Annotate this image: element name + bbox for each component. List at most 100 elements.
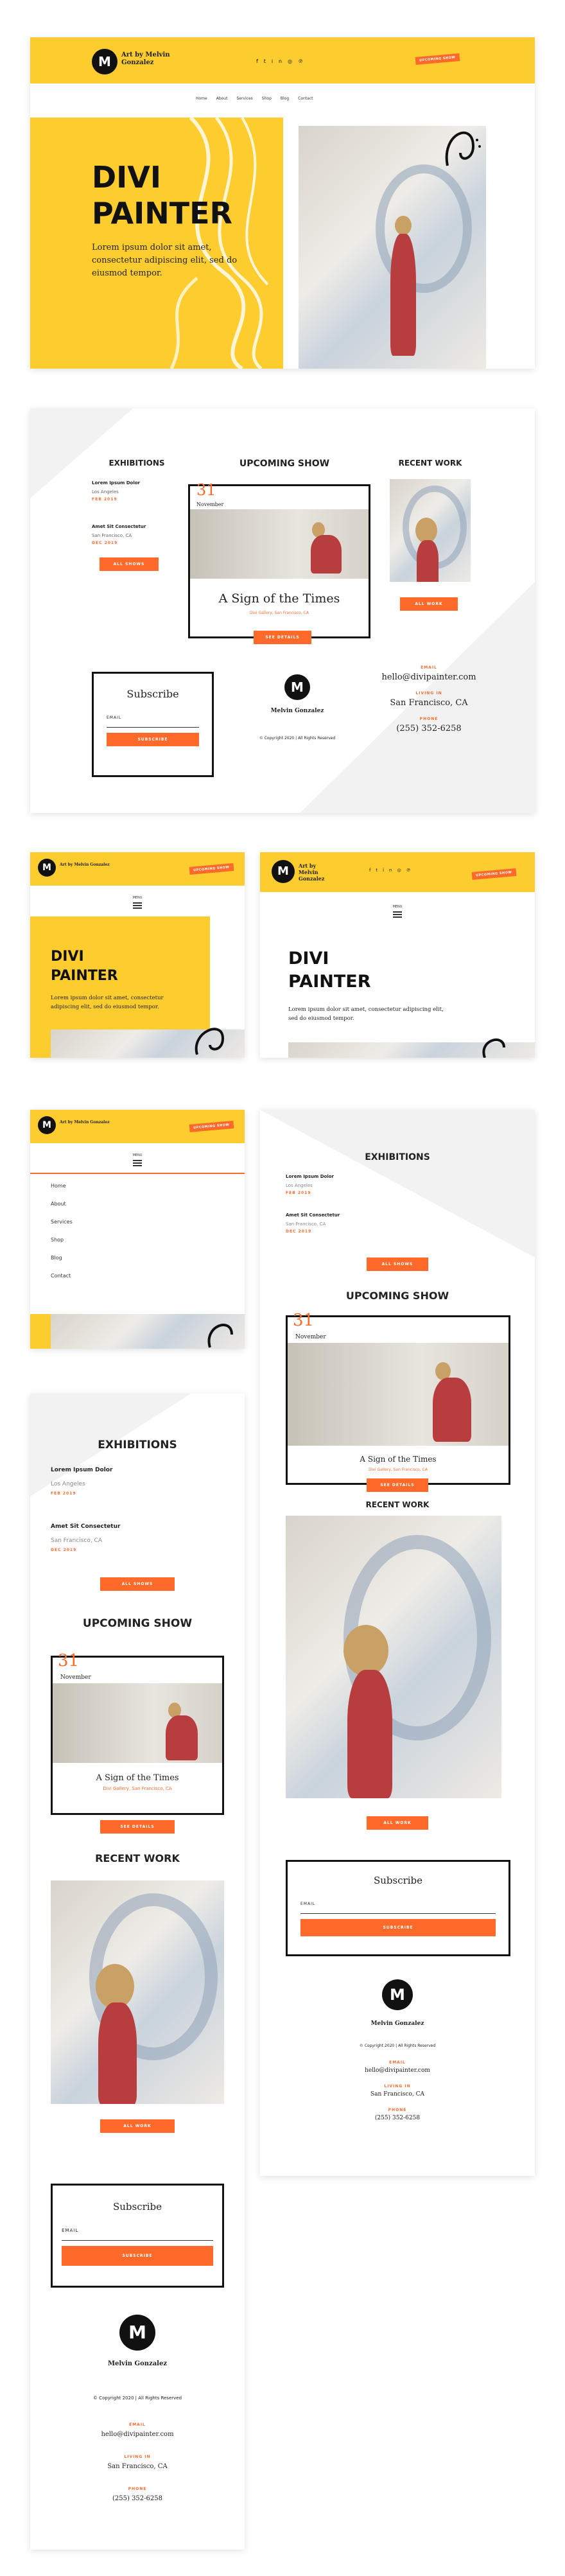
contact-email[interactable]: hello@divipainter.com — [30, 2431, 245, 2438]
nav-services[interactable]: Services — [236, 96, 252, 101]
show-month: November — [60, 1674, 91, 1681]
show-day: 31 — [293, 1311, 315, 1330]
nav-blog[interactable]: Blog — [51, 1255, 73, 1261]
facebook-icon[interactable]: f — [369, 868, 376, 873]
exhibition-date: FEB 2019 — [51, 1491, 76, 1496]
recent-work-title: RECENT WORK — [95, 1852, 180, 1864]
desktop-content-card: EXHIBITIONS Lorem Ipsum Dolor Los Angele… — [30, 408, 535, 813]
phone-label: PHONE — [419, 717, 439, 721]
show-month: November — [295, 1334, 326, 1340]
mobile-nav-menu: Home About Services Shop Blog Contact — [51, 1183, 73, 1279]
nav-shop[interactable]: Shop — [51, 1237, 73, 1243]
subscribe-title: Subscribe — [112, 2201, 162, 2212]
instagram-icon[interactable]: ◎ — [288, 58, 298, 64]
email-label: EMAIL — [62, 2228, 79, 2233]
show-venue: Divi Gallery, San Francisco, CA — [103, 1786, 172, 1791]
hero-title: DIVI PAINTER — [288, 947, 371, 994]
exhibition-item: Amet Sit Consectetur San Francisco, CA D… — [92, 524, 146, 545]
exhibition-date: DEC 2019 — [92, 541, 118, 545]
email-input[interactable] — [62, 2236, 213, 2241]
upcoming-show-box[interactable]: 31 November A Sign of the Times Divi Gal… — [188, 481, 370, 638]
show-day: 31 — [58, 1651, 80, 1670]
contact-email[interactable]: hello@divipainter.com — [260, 2067, 535, 2074]
facebook-icon[interactable]: f — [256, 58, 264, 64]
exhibitions-title: EXHIBITIONS — [98, 1439, 177, 1451]
exhibition-name: Amet Sit Consectetur — [92, 524, 146, 529]
linkedin-icon[interactable]: in — [272, 58, 288, 64]
exhibition-name: Lorem Ipsum Dolor — [92, 480, 140, 486]
logo[interactable]: M — [38, 1116, 56, 1134]
footer-logo[interactable]: M — [284, 674, 310, 700]
show-name: A Sign of the Times — [360, 1455, 437, 1464]
nav-contact[interactable]: Contact — [298, 96, 313, 101]
recent-work-image[interactable] — [286, 1516, 501, 1798]
upcoming-show-box[interactable]: 31 November A Sign of the Times Divi Gal… — [286, 1311, 510, 1485]
nav-contact[interactable]: Contact — [51, 1273, 73, 1279]
social-icons: ftin◎℗ — [369, 868, 416, 873]
nav-home[interactable]: Home — [196, 96, 207, 101]
footer-logo[interactable]: M — [382, 1979, 413, 2010]
hero-text: Lorem ipsum dolor sit amet, consectetur … — [288, 1006, 444, 1022]
subscribe-box: Subscribe EMAIL SUBSCRIBE — [286, 1860, 510, 1956]
see-details-button[interactable]: SEE DETAILS — [100, 1820, 175, 1834]
social-icons: ftin◎℗ — [256, 58, 309, 64]
mobile-menu-card: M Art by Melvin Gonzalez UPCOMING SHOW M… — [30, 1110, 245, 1349]
email-label: EMAIL — [129, 2423, 146, 2427]
footer-copyright: © Copyright 2020 | All Rights Reserved — [92, 2396, 182, 2401]
exhibition-place: San Francisco, CA — [286, 1222, 326, 1227]
twitter-icon[interactable]: t — [264, 58, 272, 64]
exhibitions-title: EXHIBITIONS — [109, 459, 165, 468]
nav-shop[interactable]: Shop — [262, 96, 272, 101]
all-shows-button[interactable]: ALL SHOWS — [367, 1257, 428, 1271]
all-shows-button[interactable]: ALL SHOWS — [100, 557, 159, 571]
nav-about[interactable]: About — [51, 1201, 73, 1207]
recent-work-image[interactable] — [390, 479, 471, 582]
instagram-icon[interactable]: ◎ — [397, 868, 406, 873]
contact-living: San Francisco, CA — [390, 698, 468, 708]
hero-title: DIVI PAINTER — [92, 159, 232, 231]
nav-home[interactable]: Home — [51, 1183, 73, 1189]
hero-title-line2: PAINTER — [51, 968, 118, 984]
email-input[interactable] — [107, 723, 199, 728]
subscribe-button[interactable]: SUBSCRIBE — [62, 2246, 213, 2266]
see-details-button[interactable]: SEE DETAILS — [254, 631, 311, 644]
exhibition-place: Los Angeles — [286, 1183, 313, 1188]
email-input[interactable] — [300, 1909, 496, 1914]
exhibition-item: Amet Sit Consectetur San Francisco, CA D… — [51, 1523, 120, 1552]
menu-label: MENU — [132, 896, 143, 900]
menu-label: MENU — [132, 1153, 143, 1157]
all-work-button[interactable]: ALL WORK — [400, 597, 458, 611]
subscribe-box: Subscribe EMAIL SUBSCRIBE — [51, 2184, 224, 2288]
footer-copyright: © Copyright 2020 | All Rights Reserved — [359, 2044, 436, 2048]
mobile-content-card: EXHIBITIONS Lorem Ipsum Dolor Los Angele… — [30, 1394, 245, 2550]
hamburger-icon[interactable] — [133, 901, 142, 910]
recent-work-image[interactable] — [51, 1880, 224, 2104]
nav-about[interactable]: About — [216, 96, 228, 101]
contact-email[interactable]: hello@divipainter.com — [374, 672, 483, 682]
see-details-button[interactable]: SEE DETAILS — [367, 1478, 428, 1492]
hero-title-line2: PAINTER — [92, 196, 232, 231]
hamburger-icon[interactable] — [133, 1159, 142, 1168]
linkedin-icon[interactable]: in — [383, 868, 397, 873]
exhibition-name: Amet Sit Consectetur — [286, 1213, 340, 1218]
logo[interactable]: M — [272, 860, 295, 883]
all-work-button[interactable]: ALL WORK — [100, 2119, 175, 2133]
pinterest-icon[interactable]: ℗ — [406, 868, 416, 873]
nav-services[interactable]: Services — [51, 1219, 73, 1225]
hamburger-icon[interactable] — [393, 910, 402, 919]
subscribe-button[interactable]: SUBSCRIBE — [300, 1919, 496, 1936]
phone-label: PHONE — [128, 2487, 147, 2491]
all-shows-button[interactable]: ALL SHOWS — [100, 1577, 175, 1591]
twitter-icon[interactable]: t — [376, 868, 383, 873]
upcoming-title: UPCOMING SHOW — [82, 1617, 193, 1630]
logo[interactable]: M — [92, 49, 117, 74]
logo[interactable]: M — [38, 859, 56, 877]
show-venue: Divi Gallery, San Francisco, CA — [250, 611, 309, 615]
doodle-decoration — [482, 1038, 505, 1058]
all-work-button[interactable]: ALL WORK — [367, 1816, 428, 1830]
nav-blog[interactable]: Blog — [281, 96, 289, 101]
footer-logo[interactable]: M — [119, 2315, 155, 2351]
pinterest-icon[interactable]: ℗ — [298, 58, 309, 64]
subscribe-button[interactable]: SUBSCRIBE — [107, 733, 199, 746]
upcoming-show-box[interactable]: 31 November A Sign of the Times Divi Gal… — [51, 1651, 224, 1815]
